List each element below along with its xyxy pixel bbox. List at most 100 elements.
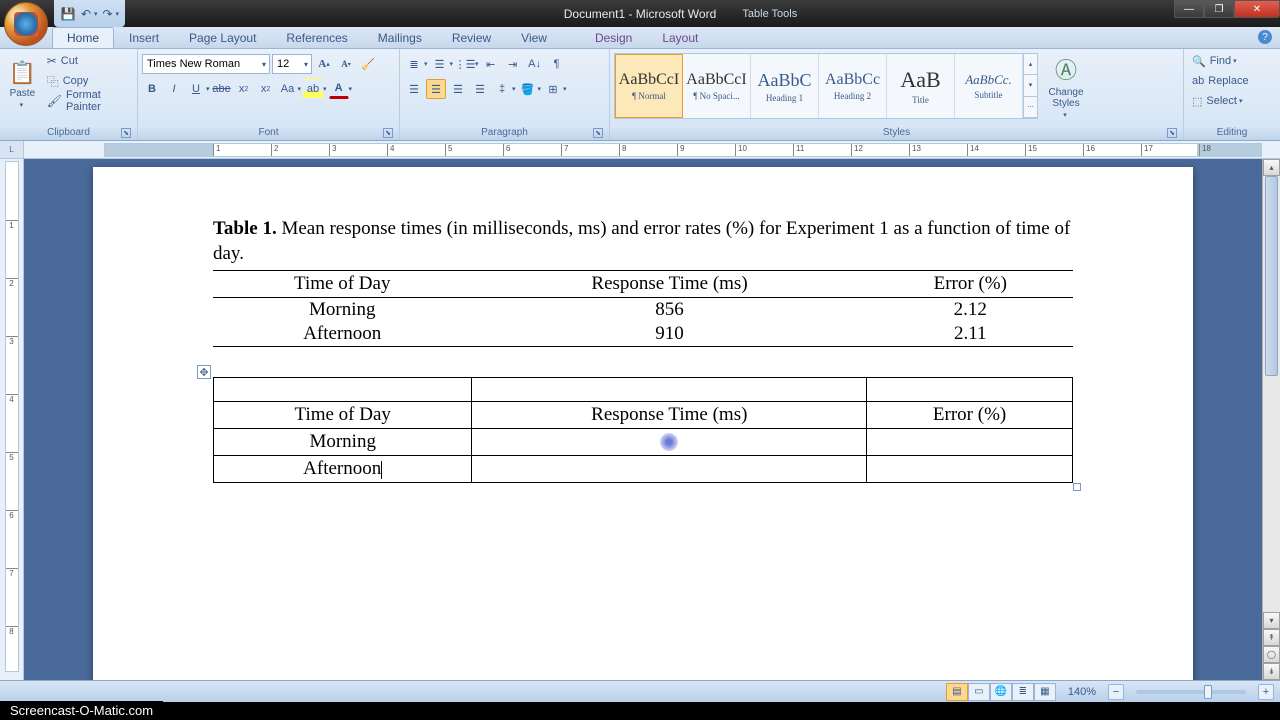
gallery-down-icon[interactable]: ▾ xyxy=(1024,75,1037,96)
italic-button[interactable]: I xyxy=(164,79,184,99)
clear-formatting-button[interactable]: 🧹 xyxy=(358,54,378,74)
styles-gallery[interactable]: AaBbCcI¶ Normal AaBbCcI¶ No Spaci... AaB… xyxy=(614,53,1038,119)
borders-button[interactable]: ⊞ xyxy=(543,79,563,99)
table-cell[interactable] xyxy=(472,378,867,402)
prev-page-icon[interactable]: ↟ xyxy=(1263,629,1280,646)
ruler-corner[interactable]: L xyxy=(0,141,24,158)
shading-dropdown-icon[interactable]: ▾ xyxy=(538,85,542,93)
table-cell[interactable] xyxy=(214,378,472,402)
save-icon[interactable]: 💾 xyxy=(60,6,76,22)
superscript-button[interactable]: x2 xyxy=(256,79,276,99)
style-subtitle[interactable]: AaBbCc.Subtitle xyxy=(955,54,1023,118)
align-right-button[interactable]: ☰ xyxy=(448,79,468,99)
table-row[interactable]: Morning xyxy=(214,429,1073,456)
zoom-in-button[interactable]: + xyxy=(1258,684,1274,700)
table-cell[interactable] xyxy=(867,456,1073,483)
undo-icon[interactable]: ↶ xyxy=(78,6,94,22)
underline-dropdown-icon[interactable]: ▾ xyxy=(206,85,210,93)
table-cell[interactable]: Response Time (ms) xyxy=(472,402,867,429)
paste-button[interactable]: 📋 Paste ▾ xyxy=(4,51,41,117)
table-cell[interactable] xyxy=(867,429,1073,456)
bullets-button[interactable]: ≣ xyxy=(404,54,424,74)
tab-mailings[interactable]: Mailings xyxy=(363,27,437,48)
bullets-dropdown-icon[interactable]: ▾ xyxy=(424,60,428,68)
tab-layout[interactable]: Layout xyxy=(647,27,713,48)
copy-button[interactable]: ⿻Copy xyxy=(43,71,133,91)
style-heading2[interactable]: AaBbCcHeading 2 xyxy=(819,54,887,118)
select-button[interactable]: ⬚Select ▾ xyxy=(1188,91,1268,111)
change-case-button[interactable]: Aa xyxy=(278,79,298,99)
find-button[interactable]: 🔍Find ▾ xyxy=(1188,51,1268,71)
table-cell[interactable]: Error (%) xyxy=(867,402,1073,429)
subscript-button[interactable]: x2 xyxy=(234,79,254,99)
document-scroll[interactable]: Table 1. Mean response times (in millise… xyxy=(24,159,1262,680)
scroll-down-icon[interactable]: ▾ xyxy=(1263,612,1280,629)
indent-increase-button[interactable]: ⇥ xyxy=(503,54,523,74)
strikethrough-button[interactable]: abe xyxy=(212,79,232,99)
shading-button[interactable]: 🪣 xyxy=(518,79,538,99)
line-spacing-button[interactable]: ‡ xyxy=(492,79,512,99)
numbering-dropdown-icon[interactable]: ▾ xyxy=(450,60,454,68)
multilevel-dropdown-icon[interactable]: ▾ xyxy=(475,60,479,68)
table-cell[interactable]: Morning xyxy=(214,429,472,456)
format-painter-button[interactable]: 🖌Format Painter xyxy=(43,91,133,111)
full-screen-view-button[interactable]: ▭ xyxy=(968,683,990,701)
underline-button[interactable]: U xyxy=(186,79,206,99)
find-dropdown-icon[interactable]: ▾ xyxy=(1233,57,1237,65)
highlight-dropdown-icon[interactable]: ▾ xyxy=(323,85,327,93)
table-cell[interactable] xyxy=(472,429,867,456)
table-row[interactable] xyxy=(214,378,1073,402)
vertical-ruler[interactable]: 123456789 xyxy=(0,159,24,680)
borders-dropdown-icon[interactable]: ▾ xyxy=(563,85,567,93)
tab-references[interactable]: References xyxy=(271,27,362,48)
table-cell[interactable] xyxy=(472,456,867,483)
table-move-handle-icon[interactable]: ✥ xyxy=(197,365,211,379)
table-row[interactable]: Afternoon xyxy=(214,456,1073,483)
styles-launcher-icon[interactable]: ⬊ xyxy=(1167,128,1177,138)
tab-view[interactable]: View xyxy=(506,27,562,48)
shrink-font-button[interactable]: A▾ xyxy=(336,54,356,74)
style-normal[interactable]: AaBbCcI¶ Normal xyxy=(615,54,683,118)
replace-button[interactable]: abReplace xyxy=(1188,71,1268,91)
paragraph-launcher-icon[interactable]: ⬊ xyxy=(593,128,603,138)
help-icon[interactable]: ? xyxy=(1258,30,1272,44)
vertical-scrollbar[interactable]: ▴ ▾ ↟ ◯ ↡ xyxy=(1262,159,1280,680)
draft-view-button[interactable]: ▦ xyxy=(1034,683,1056,701)
table-resize-handle-icon[interactable] xyxy=(1073,483,1081,491)
zoom-level[interactable]: 140% xyxy=(1068,686,1096,698)
tab-page-layout[interactable]: Page Layout xyxy=(174,27,271,48)
indent-decrease-button[interactable]: ⇤ xyxy=(481,54,501,74)
scroll-thumb[interactable] xyxy=(1265,176,1278,376)
tab-insert[interactable]: Insert xyxy=(114,27,174,48)
tab-review[interactable]: Review xyxy=(437,27,506,48)
table-cell[interactable]: Time of Day xyxy=(214,402,472,429)
justify-button[interactable]: ☰ xyxy=(470,79,490,99)
minimize-button[interactable]: — xyxy=(1174,0,1204,18)
align-center-button[interactable]: ☰ xyxy=(426,79,446,99)
align-left-button[interactable]: ☰ xyxy=(404,79,424,99)
style-no-spacing[interactable]: AaBbCcI¶ No Spaci... xyxy=(683,54,751,118)
zoom-thumb[interactable] xyxy=(1204,685,1212,699)
numbering-button[interactable]: ☰ xyxy=(430,54,450,74)
style-title[interactable]: AaBTitle xyxy=(887,54,955,118)
close-button[interactable]: ✕ xyxy=(1234,0,1280,18)
scroll-up-icon[interactable]: ▴ xyxy=(1263,159,1280,176)
font-color-button[interactable]: A xyxy=(329,79,349,99)
case-dropdown-icon[interactable]: ▾ xyxy=(298,85,302,93)
outline-view-button[interactable]: ≣ xyxy=(1012,683,1034,701)
change-styles-button[interactable]: Ⓐ Change Styles ▾ xyxy=(1042,53,1090,119)
font-size-combo[interactable]: 12 xyxy=(272,54,312,74)
editing-table[interactable]: Time of Day Response Time (ms) Error (%)… xyxy=(213,377,1073,483)
zoom-slider[interactable] xyxy=(1136,690,1246,694)
style-heading1[interactable]: AaBbCHeading 1 xyxy=(751,54,819,118)
table-row[interactable]: Time of Day Response Time (ms) Error (%) xyxy=(214,402,1073,429)
web-layout-view-button[interactable]: 🌐 xyxy=(990,683,1012,701)
clipboard-launcher-icon[interactable]: ⬊ xyxy=(121,128,131,138)
browse-object-icon[interactable]: ◯ xyxy=(1263,646,1280,663)
change-styles-dropdown-icon[interactable]: ▾ xyxy=(1063,111,1067,119)
zoom-out-button[interactable]: − xyxy=(1108,684,1124,700)
gallery-more-icon[interactable]: ⋯ xyxy=(1024,97,1037,118)
grow-font-button[interactable]: A▴ xyxy=(314,54,334,74)
select-dropdown-icon[interactable]: ▾ xyxy=(1239,97,1243,105)
next-page-icon[interactable]: ↡ xyxy=(1263,663,1280,680)
